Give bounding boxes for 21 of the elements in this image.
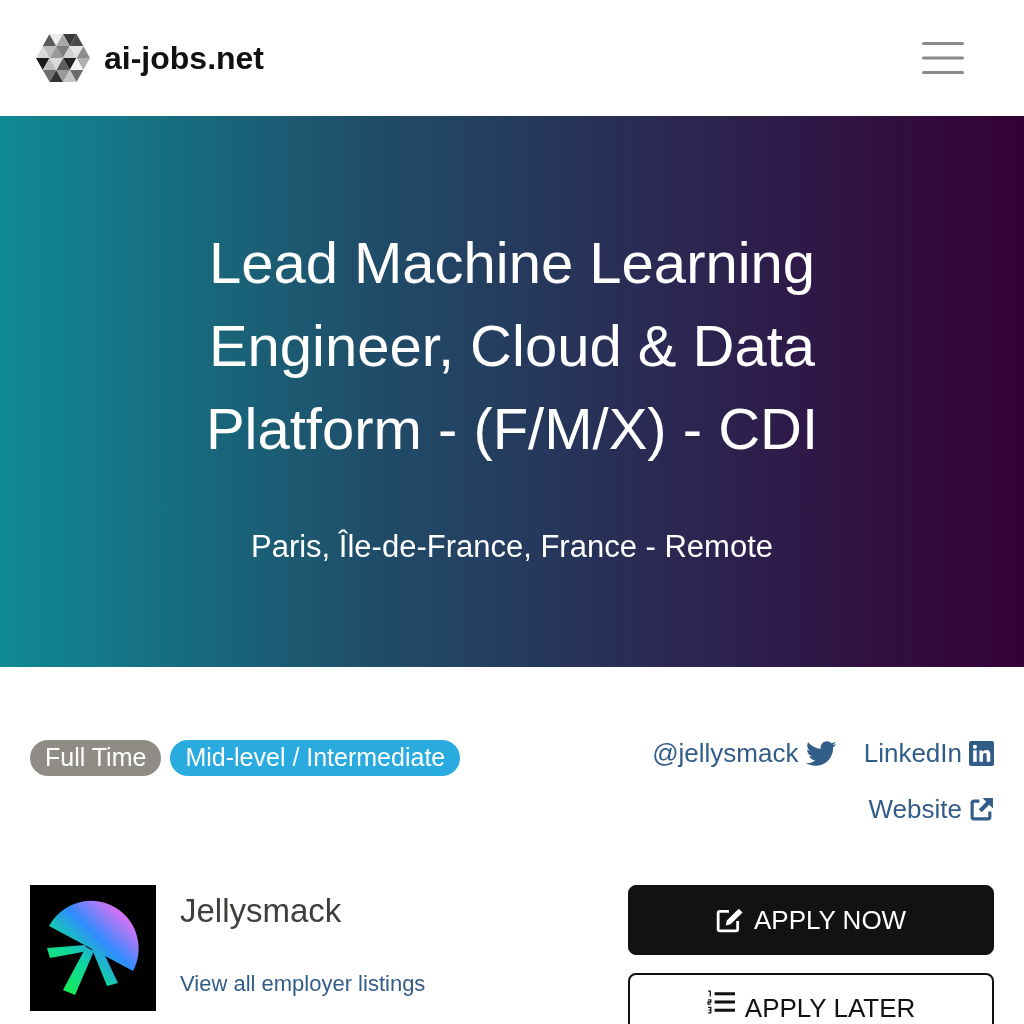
pencil-square-icon — [715, 907, 744, 933]
website-link[interactable]: Website — [868, 791, 994, 827]
company-name: Jellysmack — [180, 891, 342, 931]
job-title: Lead Machine Learning Engineer, Cloud & Data Platform - (F/M/X) - CDI — [204, 228, 820, 463]
linkedin-icon — [969, 740, 994, 766]
job-tag: Full Time — [30, 740, 162, 776]
employer-listings-link[interactable]: View all employer listings — [180, 967, 426, 1000]
company-logo-icon — [30, 885, 156, 1011]
linkedin-link[interactable]: LinkedIn — [863, 735, 994, 771]
job-location: Paris, Île-de-France, France - Remote — [251, 527, 773, 566]
external-link-icon — [969, 796, 994, 822]
apply-now-button[interactable]: APPLY NOW — [628, 885, 994, 955]
apply-later-button[interactable]: APPLY LATER — [628, 973, 994, 1024]
twitter-link[interactable]: @jellysmack — [652, 735, 836, 771]
numbered-list-icon — [706, 989, 735, 1015]
job-tag: Mid-level / Intermediate — [170, 740, 461, 776]
bird-icon — [805, 740, 836, 766]
hexagon-logo-icon — [36, 34, 90, 82]
menu-icon — [922, 42, 964, 74]
menu-button[interactable] — [922, 42, 964, 74]
brand-link[interactable]: ai-jobs.net — [36, 34, 264, 82]
